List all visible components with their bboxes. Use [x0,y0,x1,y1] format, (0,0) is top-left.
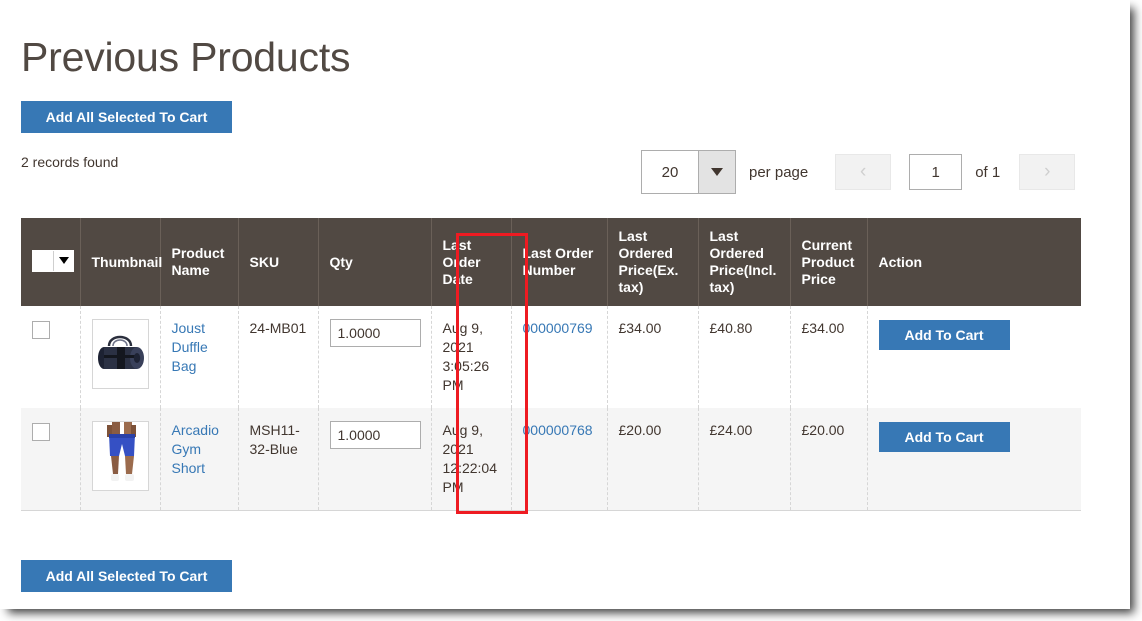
cell-thumbnail [80,408,161,511]
previous-page-button[interactable]: ‹ [835,154,892,190]
add-to-cart-button[interactable]: Add To Cart [878,422,1010,452]
previous-products-grid-wrapper: Thumbnail Product Name SKU Qty Last Orde… [21,218,1081,511]
current-page-input[interactable] [909,154,963,190]
chevron-right-icon: › [1044,161,1051,182]
cell-product-name: Joust Duffle Bag [160,306,239,408]
table-row: Arcadio Gym Short MSH11-32-Blue Aug 9, 2… [21,408,1081,511]
cell-qty [318,408,432,511]
cell-current-product-price: £20.00 [790,408,868,511]
cell-last-ordered-price-ex-tax: £34.00 [607,306,699,408]
cell-sku: MSH11-32-Blue [238,408,319,511]
row-checkbox[interactable] [32,321,50,339]
table-body: Joust Duffle Bag 24-MB01 Aug 9, 2021 3:0… [21,306,1081,511]
last-order-number-link[interactable]: 000000769 [523,320,593,336]
cell-thumbnail [80,306,161,408]
column-header-qty: Qty [318,218,432,306]
column-header-last-ordered-price-incl-tax: Last Ordered Price(Incl. tax) [698,218,791,306]
cell-last-order-date: Aug 9, 2021 12:22:04 PM [431,408,512,511]
records-found-label: 2 records found [21,154,119,170]
qty-input[interactable] [329,319,421,347]
chevron-left-icon: ‹ [860,161,867,182]
cell-action: Add To Cart [866,306,1081,408]
table-header-row: Thumbnail Product Name SKU Qty Last Orde… [21,218,1081,306]
last-order-number-link[interactable]: 000000768 [523,422,593,438]
cell-action: Add To Cart [866,408,1081,511]
cell-select [21,408,81,511]
cell-last-order-number: 000000768 [511,408,608,511]
cell-qty [318,306,432,408]
per-page-select[interactable]: 20 [641,150,736,194]
cell-current-product-price: £34.00 [790,306,868,408]
select-all-dropdown[interactable] [32,249,74,272]
column-header-last-order-date: Last Order Date [431,218,512,306]
select-all-checkbox[interactable] [33,250,53,271]
page-title: Previous Products [21,34,351,81]
add-to-cart-button[interactable]: Add To Cart [878,320,1010,350]
cell-last-order-number: 000000769 [511,306,608,408]
add-all-selected-to-cart-button-top[interactable]: Add All Selected To Cart [21,101,232,133]
table-row: Joust Duffle Bag 24-MB01 Aug 9, 2021 3:0… [21,306,1081,408]
column-header-product-name: Product Name [160,218,239,306]
column-header-action: Action [867,218,1081,306]
column-header-thumbnail: Thumbnail [80,218,162,306]
gym-short-icon [92,422,148,490]
qty-input[interactable] [329,421,421,449]
duffle-bag-icon [92,320,148,388]
browser-page-frame: Previous Products Add All Selected To Ca… [0,0,1130,609]
column-header-last-ordered-price-ex-tax: Last Ordered Price(Ex. tax) [607,218,699,306]
duffle-bag-thumbnail [91,319,149,389]
cell-select [21,306,81,408]
cell-last-order-date: Aug 9, 2021 3:05:26 PM [431,306,512,408]
cell-last-ordered-price-ex-tax: £20.00 [607,408,699,511]
cell-last-ordered-price-incl-tax: £24.00 [698,408,791,511]
column-header-select-all [21,218,81,306]
pagination-toolbar: 20 per page ‹ of 1 › [641,150,1076,194]
per-page-dropdown-arrow[interactable] [698,151,735,193]
column-header-current-product-price: Current Product Price [790,218,868,306]
per-page-selected-value: 20 [661,163,679,181]
previous-products-table: Thumbnail Product Name SKU Qty Last Orde… [21,218,1081,511]
select-all-dropdown-arrow[interactable] [53,250,73,271]
row-checkbox[interactable] [32,423,50,441]
chevron-down-icon [711,168,723,176]
product-name-link[interactable]: Joust Duffle Bag [172,320,208,374]
cell-sku: 24-MB01 [238,306,319,408]
cell-product-name: Arcadio Gym Short [160,408,239,511]
add-all-selected-to-cart-button-bottom[interactable]: Add All Selected To Cart [21,560,232,592]
product-name-link[interactable]: Arcadio Gym Short [172,422,219,476]
column-header-sku: SKU [238,218,319,306]
next-page-button[interactable]: › [1019,154,1076,190]
table-header: Thumbnail Product Name SKU Qty Last Orde… [21,218,1081,306]
page-content: Previous Products Add All Selected To Ca… [0,0,1130,609]
total-pages-label: of 1 [975,163,1001,181]
chevron-down-icon [58,257,69,264]
cell-last-ordered-price-incl-tax: £40.80 [698,306,791,408]
gym-short-thumbnail [91,421,149,491]
column-header-last-order-number: Last Order Number [511,218,608,306]
per-page-label: per page [749,163,809,181]
